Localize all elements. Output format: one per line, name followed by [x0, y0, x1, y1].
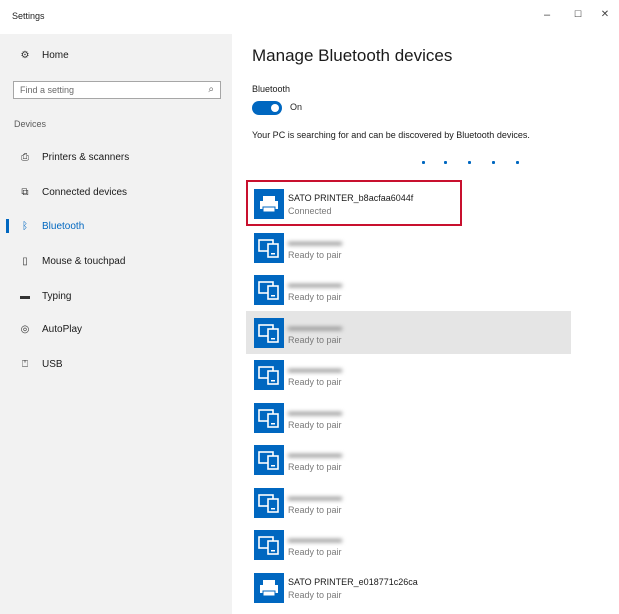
sidebar-item-label: Connected devices — [42, 187, 128, 198]
bluetooth-toggle[interactable] — [252, 101, 282, 115]
device-status: Ready to pair — [288, 292, 342, 302]
device-status: Ready to pair — [288, 335, 342, 345]
connected-devices-icon: ⧉ — [21, 187, 29, 198]
device-icon — [254, 488, 284, 518]
device-icon — [254, 275, 284, 305]
bluetooth-label: Bluetooth — [252, 84, 291, 94]
sidebar-item-autoplay[interactable]: ◎ AutoPlay — [18, 324, 82, 335]
search-placeholder: Find a setting — [20, 85, 75, 95]
toggle-state-label: On — [290, 102, 303, 112]
sidebar-item-label: Typing — [42, 291, 72, 302]
device-item[interactable]: ▬▬▬▬▬▬ Ready to pair — [246, 353, 571, 396]
printer-icon: ⎙ — [21, 152, 29, 163]
device-item[interactable]: ▬▬▬▬▬▬ Ready to pair — [246, 226, 571, 269]
device-icon — [254, 233, 284, 263]
active-indicator — [6, 219, 9, 233]
window-title: Settings — [12, 11, 45, 21]
device-icon — [254, 360, 284, 390]
device-name: ▬▬▬▬▬▬ — [288, 279, 342, 289]
search-icon: ⌕ — [208, 84, 214, 95]
device-item[interactable]: ▬▬▬▬▬▬ Ready to pair — [246, 268, 571, 311]
device-icon — [254, 530, 284, 560]
device-status: Ready to pair — [288, 547, 342, 557]
bluetooth-icon: ᛒ — [22, 221, 28, 232]
highlight-box — [246, 180, 462, 226]
usb-icon: ⍞ — [22, 359, 28, 370]
toggle-knob — [271, 104, 279, 112]
sidebar-item-usb[interactable]: ⍞ USB — [18, 359, 63, 370]
sidebar-item-home[interactable]: ⚙ Home — [18, 50, 69, 61]
device-icon — [254, 445, 284, 475]
device-name: ▬▬▬▬▬▬ — [288, 449, 342, 459]
device-name: ▬▬▬▬▬▬ — [288, 237, 342, 247]
device-item[interactable]: ▬▬▬▬▬▬ Ready to pair — [246, 438, 571, 481]
sidebar-item-label: Bluetooth — [42, 221, 85, 232]
device-status: Ready to pair — [288, 590, 342, 600]
device-item[interactable]: ▬▬▬▬▬▬ Ready to pair — [246, 396, 571, 439]
sidebar-item-mouse[interactable]: ▯ Mouse & touchpad — [18, 256, 125, 267]
device-item[interactable]: ▬▬▬▬▬▬ Ready to pair — [246, 523, 571, 566]
device-status: Ready to pair — [288, 250, 342, 260]
search-input[interactable]: Find a setting ⌕ — [13, 81, 221, 99]
device-name: ▬▬▬▬▬▬ — [288, 364, 342, 374]
device-status: Ready to pair — [288, 462, 342, 472]
device-status: Ready to pair — [288, 505, 342, 515]
mouse-icon: ▯ — [22, 256, 28, 267]
home-icon: ⚙ — [20, 50, 30, 61]
sidebar-item-label: Mouse & touchpad — [42, 256, 126, 267]
sidebar-item-label: Home — [42, 50, 69, 61]
searching-message: Your PC is searching for and can be disc… — [252, 130, 530, 140]
sidebar-item-bluetooth[interactable]: ᛒ Bluetooth — [18, 221, 84, 232]
device-item[interactable]: ▬▬▬▬▬▬ Ready to pair — [246, 481, 571, 524]
sidebar-item-label: USB — [42, 359, 63, 370]
device-name: SATO PRINTER_e018771c26ca — [288, 577, 418, 587]
device-icon — [254, 403, 284, 433]
sidebar-item-label: AutoPlay — [42, 324, 83, 335]
device-name: ▬▬▬▬▬▬ — [288, 407, 342, 417]
device-status: Ready to pair — [288, 420, 342, 430]
autoplay-icon: ◎ — [20, 324, 30, 335]
device-name: ▬▬▬▬▬▬ — [288, 492, 342, 502]
device-item[interactable]: ▬▬▬▬▬▬ Ready to pair — [246, 311, 571, 354]
device-name: ▬▬▬▬▬▬ — [288, 322, 342, 332]
printer-icon — [254, 573, 284, 603]
section-label: Devices — [14, 119, 47, 129]
device-status: Ready to pair — [288, 377, 342, 387]
device-name: ▬▬▬▬▬▬ — [288, 534, 342, 544]
page-title: Manage Bluetooth devices — [252, 46, 453, 65]
keyboard-icon: ▬ — [20, 291, 30, 302]
sidebar-item-typing[interactable]: ▬ Typing — [18, 291, 71, 302]
sidebar-item-printers[interactable]: ⎙ Printers & scanners — [18, 152, 129, 163]
device-icon — [254, 318, 284, 348]
sidebar-item-connected-devices[interactable]: ⧉ Connected devices — [18, 187, 127, 198]
main-panel: Manage Bluetooth devices Bluetooth On Yo… — [232, 0, 619, 614]
sidebar-item-label: Printers & scanners — [42, 152, 130, 163]
device-item[interactable]: SATO PRINTER_e018771c26ca Ready to pair — [246, 566, 571, 609]
searching-progress-indicator — [422, 161, 532, 164]
